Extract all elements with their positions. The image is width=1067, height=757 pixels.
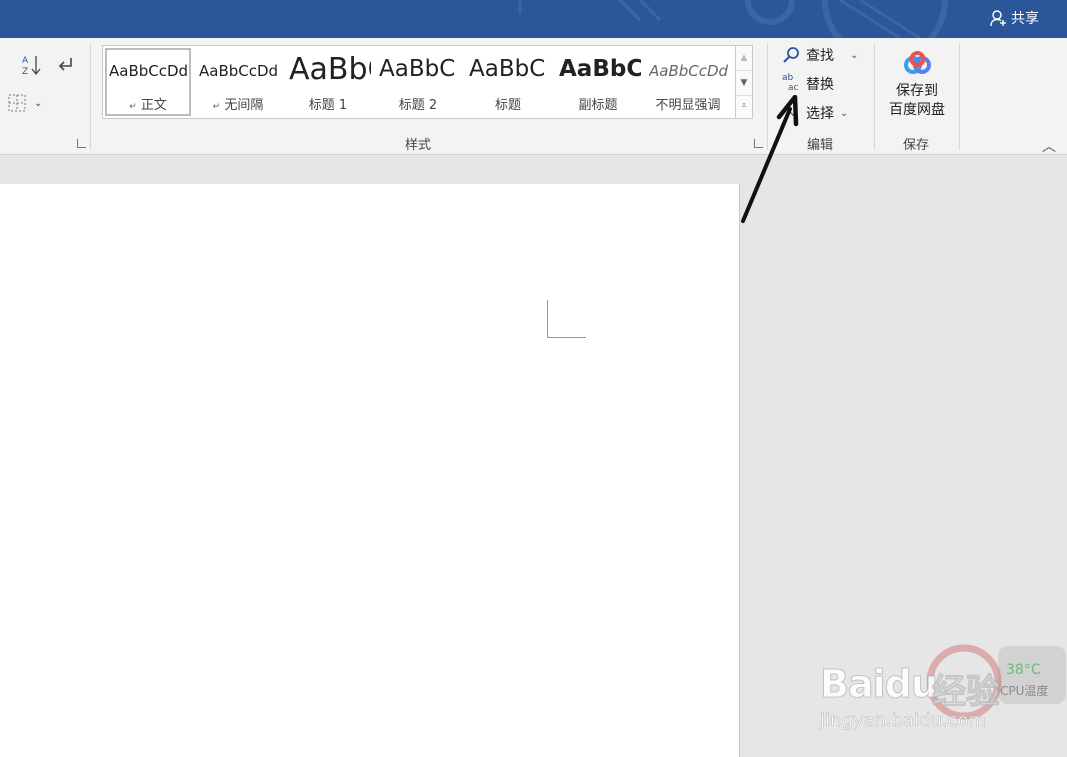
borders-button[interactable]: ⌄ <box>8 94 42 112</box>
replace-icon: ab ac <box>782 73 799 93</box>
chevron-down-icon: ⌄ <box>840 107 849 119</box>
style-subtle-emphasis[interactable]: AaBbCcDd 不明显强调 <box>645 48 731 116</box>
svg-text:Z: Z <box>22 67 28 76</box>
find-label: 查找 <box>806 48 834 64</box>
find-button[interactable]: 查找 ⌄ <box>782 45 858 65</box>
sort-az-icon: A Z <box>22 56 41 77</box>
annotation-arrow-icon <box>741 95 799 223</box>
share-button[interactable]: 共享 <box>989 8 1039 28</box>
sort-button[interactable]: A Z <box>22 54 42 80</box>
borders-icon <box>8 94 26 112</box>
paragraph-mark-icon: ↵ <box>212 102 221 112</box>
style-subtitle[interactable]: AaBbC 副标题 <box>555 48 641 116</box>
style-name: 标题 <box>494 98 521 113</box>
style-no-spacing[interactable]: AaBbCcDd ↵ 无间隔 <box>195 48 281 116</box>
style-preview: AaBbCcDd <box>109 62 189 80</box>
collapse-ribbon-icon[interactable]: ︿ <box>1042 136 1056 156</box>
style-name: 无间隔 <box>224 98 264 113</box>
save-to-baidu-button[interactable]: 保存到 百度网盘 <box>882 50 952 120</box>
group-separator <box>90 44 91 150</box>
paragraph-dialog-launcher[interactable] <box>77 139 86 148</box>
style-heading-2[interactable]: AaBbC 标题 2 <box>375 48 461 116</box>
chevron-down-icon: ⌄ <box>34 97 43 109</box>
show-marks-icon <box>58 58 72 71</box>
style-name: 不明显强调 <box>655 98 721 113</box>
share-label: 共享 <box>1011 11 1039 27</box>
styles-gallery: AaBbCcDd ↵ 正文 AaBbCcDd ↵ 无间隔 AaBbC 标题 1 … <box>102 45 753 119</box>
select-label: 选择 <box>806 106 834 122</box>
paragraph-mark-icon: ↵ <box>129 102 137 112</box>
style-name: 标题 1 <box>308 98 348 113</box>
styles-group-label: 样式 <box>404 138 431 153</box>
gallery-down-button[interactable]: ▼ <box>736 70 752 96</box>
style-preview: AaBbC <box>289 52 371 87</box>
style-title[interactable]: AaBbC 标题 <box>465 48 551 116</box>
document-page[interactable] <box>0 184 740 757</box>
triangle-down-icon: ▼ <box>740 78 748 88</box>
replace-label: 替换 <box>806 77 834 93</box>
style-name: 副标题 <box>578 98 618 113</box>
search-icon <box>783 47 799 63</box>
margin-corner-mark <box>547 300 586 338</box>
style-preview: AaBbCcDd <box>199 62 279 80</box>
user-add-icon <box>990 10 1006 27</box>
title-bar-decoration <box>518 0 948 38</box>
gallery-up-button[interactable]: ▲ <box>736 46 752 70</box>
style-heading-1[interactable]: AaBbC 标题 1 <box>285 48 371 116</box>
svg-text:A: A <box>22 56 29 66</box>
style-preview: AaBbC <box>559 56 641 82</box>
style-name: 标题 2 <box>398 98 438 113</box>
group-separator <box>959 44 960 150</box>
show-marks-button[interactable] <box>56 56 76 78</box>
baidu-netdisk-icon <box>904 51 931 74</box>
style-preview: AaBbC <box>469 56 546 82</box>
triangle-up-icon: ▲ <box>740 53 748 63</box>
save-button-line2: 百度网盘 <box>889 102 945 118</box>
style-normal[interactable]: AaBbCcDd ↵ 正文 <box>105 48 191 116</box>
replace-button[interactable]: ab ac 替换 <box>782 73 834 94</box>
style-preview: AaBbC <box>379 56 456 82</box>
save-group-label: 保存 <box>902 138 929 153</box>
style-preview: AaBbCcDd <box>649 62 729 80</box>
style-name: 正文 <box>140 98 167 113</box>
chevron-down-icon: ⌄ <box>850 49 859 61</box>
title-bar: 共享 <box>0 0 1067 38</box>
save-button-line1: 保存到 <box>896 83 938 99</box>
group-separator <box>874 44 875 150</box>
